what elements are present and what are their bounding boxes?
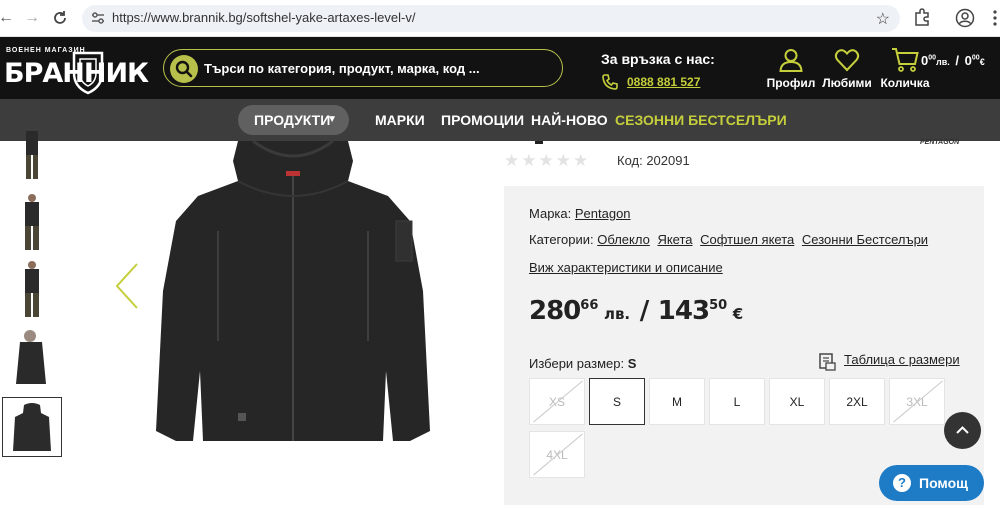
thumbnail-image	[26, 131, 38, 179]
brand-logo[interactable]: PENTAGON	[920, 139, 959, 146]
category-link[interactable]: Облекло	[597, 232, 650, 247]
nav-newest[interactable]: НАЙ-НОВО	[531, 112, 608, 128]
address-bar[interactable]: https://www.brannik.bg/softshel-yake-art…	[82, 5, 900, 32]
forward-icon[interactable]: →	[22, 8, 42, 28]
profile-label: Профил	[766, 76, 816, 90]
size-option-m[interactable]: M	[649, 378, 705, 425]
thumbnail-image	[13, 403, 51, 451]
back-icon[interactable]: ←	[0, 8, 16, 28]
category-link[interactable]: Софтшел якета	[700, 232, 794, 247]
scroll-to-top-button[interactable]	[944, 412, 981, 449]
extensions-icon[interactable]	[913, 8, 931, 26]
gallery-thumbnail[interactable]	[2, 130, 62, 182]
nav-products-label: ПРОДУКТИ	[254, 112, 331, 128]
category-link[interactable]: Сезонни Бестселъри	[802, 232, 928, 247]
price-bgn: 280	[529, 296, 581, 326]
size-option-xs[interactable]: XS	[529, 378, 585, 425]
url-text: https://www.brannik.bg/softshel-yake-art…	[112, 10, 416, 25]
bookmark-star-icon[interactable]: ☆	[876, 9, 890, 29]
nav-seasonal-bestsellers[interactable]: СЕЗОННИ БЕСТСЕЛЪРИ	[615, 112, 787, 128]
favorites-link[interactable]: Любими	[822, 47, 872, 90]
size-option-l[interactable]: L	[709, 378, 765, 425]
thumbnail-image	[25, 261, 39, 317]
browser-menu-icon[interactable]	[990, 8, 1000, 28]
size-option-4xl[interactable]: 4XL	[529, 431, 585, 478]
nav-products-dropdown[interactable]: ПРОДУКТИ ▼	[238, 105, 349, 135]
categories-row: Категории: Облекло Якета Софтшел якета С…	[529, 232, 932, 247]
product-info-box: Марка: Pentagon Категории: Облекло Якета…	[504, 186, 984, 505]
price-eur-unit: €	[732, 305, 744, 323]
nav-brands[interactable]: МАРКИ	[375, 112, 425, 128]
cart-icon	[892, 48, 919, 72]
price-separator: /	[639, 296, 649, 326]
size-option-2xl[interactable]: 2XL	[829, 378, 885, 425]
thumbnail-image	[16, 330, 46, 384]
gallery-thumbnail-active[interactable]	[2, 397, 62, 457]
search-input[interactable]	[204, 50, 554, 86]
search-bar[interactable]	[163, 49, 563, 87]
reload-icon[interactable]	[50, 8, 70, 28]
cart-total-bgn-decimals: 00	[928, 54, 937, 62]
nav-promotions[interactable]: ПРОМОЦИИ	[441, 112, 524, 128]
chevron-left-icon[interactable]	[113, 262, 141, 310]
product-main-image[interactable]	[148, 141, 438, 451]
site-info-icon[interactable]	[91, 11, 105, 25]
phone-icon	[602, 74, 618, 90]
profile-link[interactable]: Профил	[766, 47, 816, 90]
contact-title: За връзка с нас:	[601, 51, 715, 67]
site-logo[interactable]: ВОЕНЕН МАГАЗИН БРАННИК	[4, 45, 149, 95]
search-icon	[175, 60, 193, 78]
price-eur: 143	[657, 296, 710, 326]
size-option-xl[interactable]: XL	[769, 378, 825, 425]
site-header: ВОЕНЕН МАГАЗИН БРАННИК За връзка с нас: …	[0, 37, 1000, 99]
size-chart-icon[interactable]	[818, 353, 836, 371]
cart-total-separator: /	[955, 53, 960, 68]
heart-icon	[834, 49, 860, 72]
gallery-thumbnail[interactable]	[2, 259, 62, 319]
main-nav: ПРОДУКТИ ▼ МАРКИ ПРОМОЦИИ НАЙ-НОВО СЕЗОН…	[0, 99, 1000, 141]
size-option-3xl[interactable]: 3XL	[889, 378, 945, 425]
product-price: 28066 лв. / 14350 €	[529, 296, 743, 326]
chevron-down-icon: ▼	[327, 114, 337, 125]
brand-link[interactable]: Pentagon	[575, 206, 631, 221]
cart-total-eur-unit: €	[979, 57, 985, 67]
browser-toolbar: ← → https://www.brannik.bg/softshel-yake…	[0, 0, 1000, 37]
size-label: Избери размер: S	[529, 356, 636, 371]
details-link[interactable]: Виж характеристики и описание	[529, 260, 723, 275]
cart-total[interactable]: 000лв. / 000€	[921, 53, 985, 68]
user-icon	[779, 49, 803, 72]
price-bgn-decimals: 66	[580, 298, 599, 313]
help-icon: ?	[893, 474, 911, 492]
search-button[interactable]	[170, 55, 198, 83]
help-label: Помощ	[919, 475, 968, 491]
brand-row: Марка: Pentagon	[529, 206, 635, 221]
cart-label: Количка	[880, 76, 930, 90]
favorites-label: Любими	[822, 76, 872, 90]
details-row: Виж характеристики и описание	[529, 260, 727, 275]
price-bgn-unit: лв.	[603, 305, 631, 323]
brand-label: Марка:	[529, 206, 572, 221]
size-chart-link[interactable]: Таблица с размери	[844, 352, 960, 367]
thumbnail-image	[25, 194, 39, 250]
product-code: Код: 202091	[617, 153, 690, 168]
browser-profile-icon[interactable]	[955, 8, 975, 28]
category-link[interactable]: Якета	[657, 232, 692, 247]
categories-label: Категории:	[529, 232, 594, 247]
rating-stars[interactable]: ★★★★★	[504, 151, 590, 171]
gallery-thumbnail[interactable]	[2, 192, 62, 252]
cart-total-eur: 0	[964, 53, 972, 68]
logo-shield-icon	[72, 51, 104, 95]
help-button[interactable]: ? Помощ	[879, 465, 984, 501]
phone-link[interactable]: 0888 881 527	[627, 75, 700, 89]
cart-total-bgn-unit: лв.	[936, 57, 950, 67]
size-label-text: Избери размер:	[529, 356, 625, 371]
selected-size: S	[627, 356, 637, 371]
chevron-up-icon	[956, 426, 969, 434]
cart-total-eur-decimals: 00	[971, 54, 980, 62]
price-eur-decimals: 50	[709, 298, 728, 313]
size-option-s[interactable]: S	[589, 378, 645, 425]
gallery-thumbnail[interactable]	[2, 327, 62, 387]
product-title-fragment	[535, 141, 543, 144]
